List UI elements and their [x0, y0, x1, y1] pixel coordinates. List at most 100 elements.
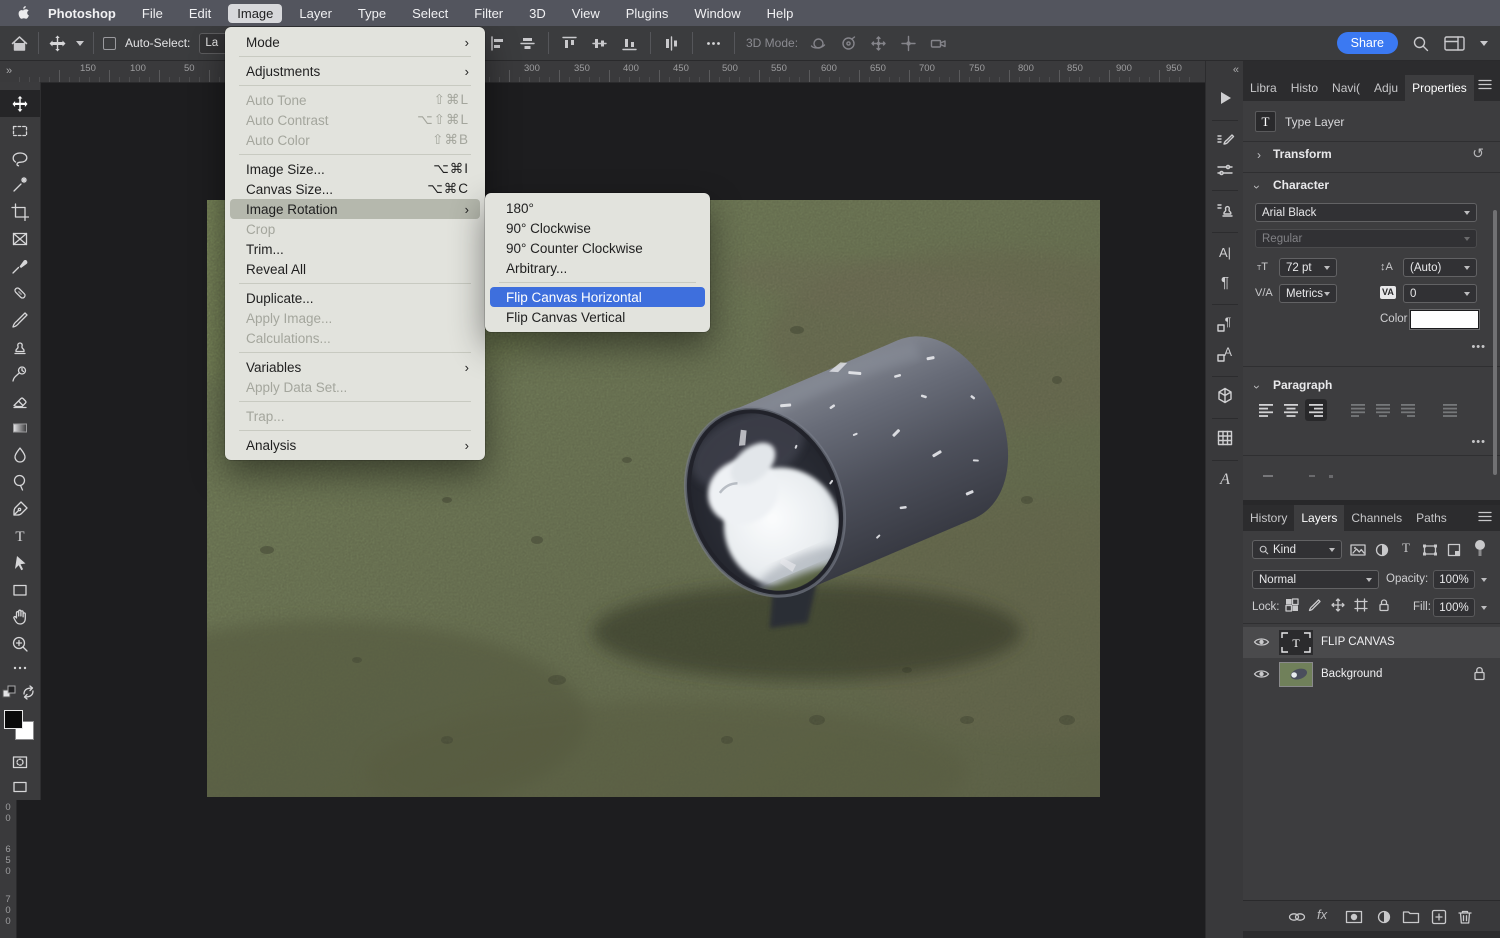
tab-channels[interactable]: Channels: [1344, 505, 1409, 531]
justify-last-right-button[interactable]: [1397, 399, 1419, 421]
text-color-swatch[interactable]: [1410, 310, 1479, 329]
new-adjustment-layer-icon[interactable]: [1374, 907, 1394, 927]
path-selection-tool[interactable]: [0, 549, 40, 576]
delete-layer-icon[interactable]: [1455, 907, 1475, 927]
fill-chevron-icon[interactable]: [1481, 606, 1487, 610]
transform-chevron-icon[interactable]: ›: [1257, 148, 1261, 162]
more-alignment-options-icon[interactable]: [704, 34, 723, 53]
menu-file[interactable]: File: [133, 4, 172, 23]
share-button[interactable]: Share: [1337, 32, 1398, 54]
clone-stamp-tool[interactable]: [0, 333, 40, 360]
gradient-tool[interactable]: [0, 414, 40, 441]
layers-panel-menu-icon[interactable]: [1478, 509, 1492, 527]
toolbar-expand-icon[interactable]: »: [0, 60, 18, 82]
font-size-select[interactable]: 72 pt: [1279, 258, 1337, 277]
layer-comps-panel-icon[interactable]: [1206, 424, 1244, 452]
filter-adjustment-layers-icon[interactable]: [1373, 541, 1391, 559]
menu-item-calculations[interactable]: Calculations... ›: [230, 328, 480, 348]
glyphs-panel-icon[interactable]: A: [1206, 466, 1244, 494]
menu-layer[interactable]: Layer: [290, 4, 341, 23]
filter-type-layers-icon[interactable]: T: [1397, 540, 1415, 558]
layer-row-background[interactable]: Background: [1243, 659, 1500, 690]
swap-colors-icon[interactable]: [18, 680, 40, 704]
tab-adju[interactable]: Adju: [1367, 75, 1405, 101]
menu-item-apply-image[interactable]: Apply Image... ›: [230, 308, 480, 328]
eyedropper-tool[interactable]: [0, 252, 40, 279]
distribute-horizontal-centers-icon[interactable]: [662, 34, 681, 53]
3d-slide-icon[interactable]: [899, 34, 918, 53]
visibility-eye-icon[interactable]: [1253, 667, 1270, 681]
character-more-options-icon[interactable]: •••: [1471, 341, 1486, 353]
menu-item-auto-contrast[interactable]: Auto Contrast ⌥⇧⌘L ›: [230, 110, 480, 130]
justify-last-center-button[interactable]: [1372, 399, 1394, 421]
magic-wand-tool[interactable]: [0, 171, 40, 198]
horizontal-ruler[interactable]: 1501005003003504004505005506006507007508…: [18, 60, 1205, 83]
menu-image[interactable]: Image: [228, 4, 282, 23]
search-icon[interactable]: [1411, 34, 1430, 53]
foreground-color-swatch[interactable]: [4, 710, 23, 729]
submenu-item-180[interactable]: 180° ›: [490, 198, 705, 218]
lock-artboard-icon[interactable]: [1354, 598, 1368, 617]
tab-layers[interactable]: Layers: [1294, 505, 1344, 531]
new-layer-icon[interactable]: [1429, 907, 1449, 927]
actions-panel-icon[interactable]: [1206, 84, 1244, 112]
hand-tool[interactable]: [0, 603, 40, 630]
menu-filter[interactable]: Filter: [465, 4, 512, 23]
justify-all-button[interactable]: [1439, 399, 1461, 421]
eraser-tool[interactable]: [0, 387, 40, 414]
layer-name[interactable]: FLIP CANVAS: [1321, 636, 1395, 648]
menu-item-variables[interactable]: Variables ›: [230, 357, 480, 377]
move-tool[interactable]: [0, 90, 40, 117]
menu-plugins[interactable]: Plugins: [617, 4, 678, 23]
character-panel-icon[interactable]: A|: [1206, 238, 1244, 266]
link-layers-icon[interactable]: [1287, 907, 1307, 927]
paragraph-panel-icon[interactable]: ¶: [1206, 268, 1244, 296]
type-tool[interactable]: T: [0, 522, 40, 549]
justify-last-left-button[interactable]: [1347, 399, 1369, 421]
rectangle-tool[interactable]: [0, 576, 40, 603]
character-chevron-icon[interactable]: ›: [1250, 185, 1264, 189]
kerning-select[interactable]: Metrics: [1279, 284, 1337, 303]
brush-settings-panel-icon[interactable]: [1206, 126, 1244, 154]
distribute-bottom-edges-icon[interactable]: [620, 34, 639, 53]
3d-pan-icon[interactable]: [869, 34, 888, 53]
align-left-button[interactable]: [1255, 399, 1277, 421]
menu-help[interactable]: Help: [758, 4, 803, 23]
filter-pixel-layers-icon[interactable]: [1349, 541, 1367, 559]
3d-panel-icon[interactable]: [1206, 382, 1244, 410]
menu-item-apply-data-set[interactable]: Apply Data Set... ›: [230, 377, 480, 397]
properties-scrollbar[interactable]: [1493, 210, 1497, 475]
menu-item-duplicate[interactable]: Duplicate... ›: [230, 288, 480, 308]
3d-roll-icon[interactable]: [839, 34, 858, 53]
add-layer-mask-icon[interactable]: [1344, 907, 1364, 927]
submenu-item-flip-canvas-horizontal[interactable]: Flip Canvas Horizontal ›: [490, 287, 705, 307]
leading-select[interactable]: (Auto): [1403, 258, 1477, 277]
submenu-item-arbitrary[interactable]: Arbitrary... ›: [490, 258, 705, 278]
character-styles-panel-icon[interactable]: A: [1206, 340, 1244, 368]
paragraph-section-label[interactable]: Paragraph: [1273, 378, 1332, 392]
align-center-button[interactable]: [1280, 399, 1302, 421]
spot-healing-brush-tool[interactable]: [0, 279, 40, 306]
align-left-edges-icon[interactable]: [488, 34, 507, 53]
lock-position-icon[interactable]: [1331, 598, 1345, 617]
lock-transparent-pixels-icon[interactable]: [1285, 598, 1299, 617]
tool-preset-chevron-icon[interactable]: [76, 41, 84, 46]
auto-select-checkbox[interactable]: [103, 37, 116, 50]
type-layer-thumbnail[interactable]: T: [1279, 630, 1313, 655]
tab-history[interactable]: History: [1243, 505, 1294, 531]
transform-section-label[interactable]: Transform: [1273, 147, 1332, 161]
frame-tool[interactable]: [0, 225, 40, 252]
lasso-tool[interactable]: [0, 144, 40, 171]
menu-item-analysis[interactable]: Analysis ›: [230, 435, 480, 455]
menu-edit[interactable]: Edit: [180, 4, 220, 23]
move-tool-preset-icon[interactable]: [48, 34, 67, 53]
filter-toggle[interactable]: [1474, 538, 1486, 558]
menu-item-crop[interactable]: Crop ›: [230, 219, 480, 239]
font-style-select[interactable]: Regular: [1255, 229, 1477, 248]
tab-histo[interactable]: Histo: [1284, 75, 1325, 101]
align-vertical-centers-icon[interactable]: [518, 34, 537, 53]
brush-tool[interactable]: [0, 306, 40, 333]
layer-filter-kind-select[interactable]: Kind: [1252, 540, 1342, 559]
crop-tool[interactable]: [0, 198, 40, 225]
rectangular-marquee-tool[interactable]: [0, 117, 40, 144]
